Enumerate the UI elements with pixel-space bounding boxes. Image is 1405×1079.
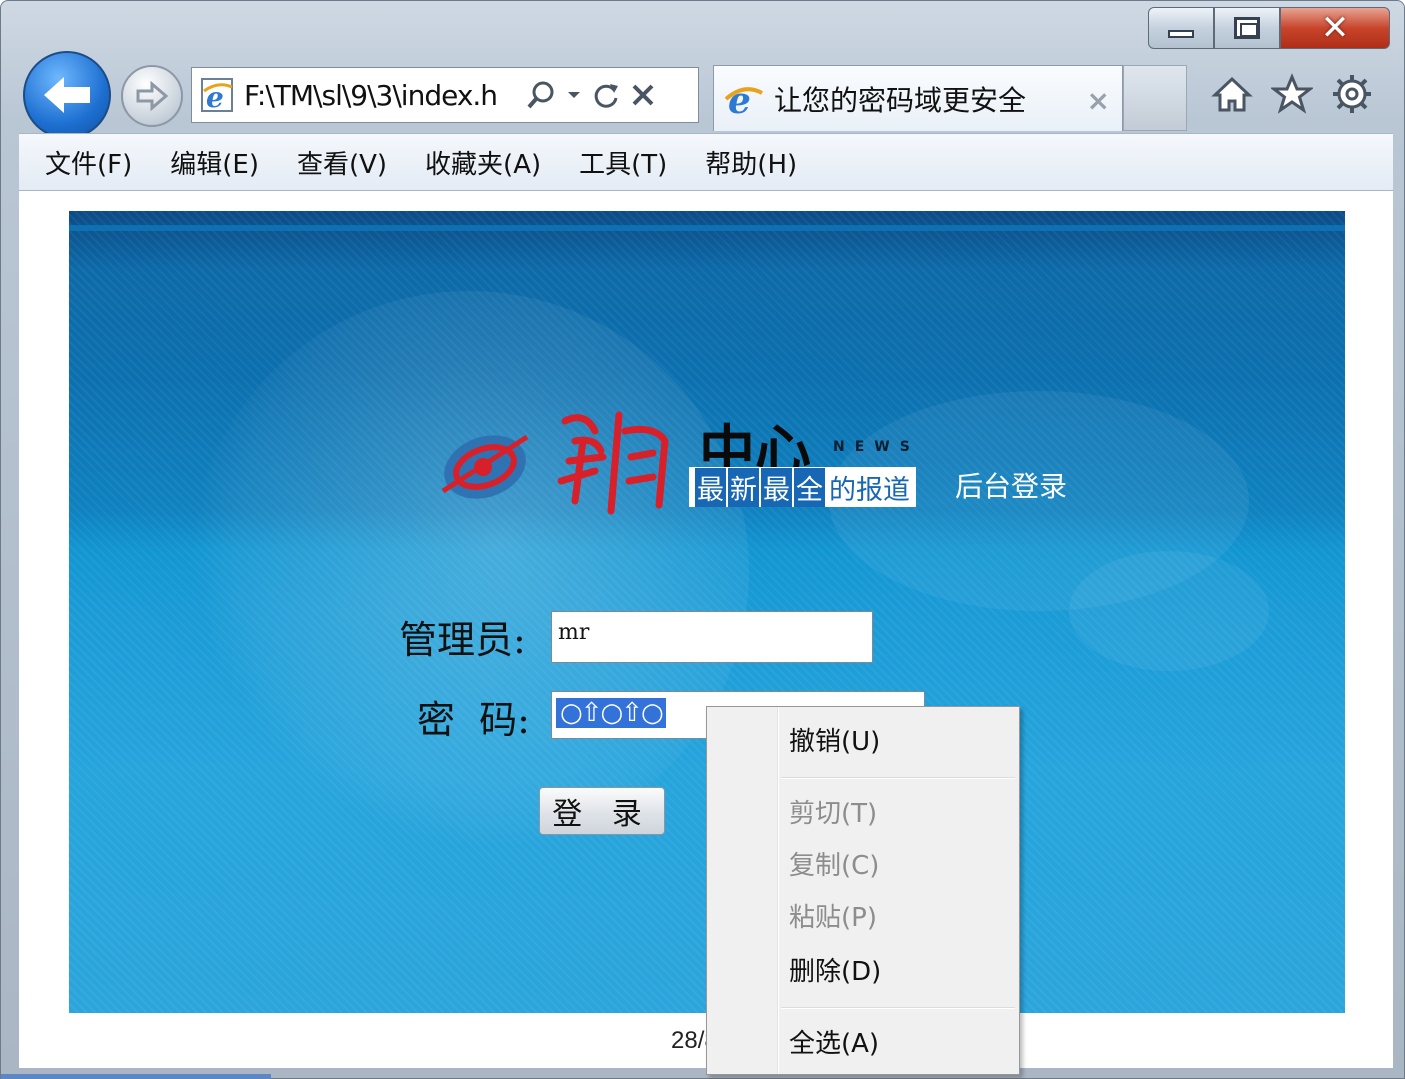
command-icons <box>1211 73 1373 115</box>
map-graphic <box>1069 551 1269 671</box>
tagline-char: 最 <box>695 467 726 507</box>
menu-bar: 文件(F) 编辑(E) 查看(V) 收藏夹(A) 工具(T) 帮助(H) <box>19 133 1393 191</box>
brand-subtitle: 后台登录 <box>955 470 1068 503</box>
menu-file[interactable]: 文件(F) <box>45 144 132 181</box>
maximize-button[interactable] <box>1214 7 1280 49</box>
brand-news: NEWS <box>833 439 920 455</box>
context-undo[interactable]: 撤销(U) <box>789 721 880 758</box>
password-selection: ○⇧○⇧○ <box>556 698 666 728</box>
address-url[interactable]: F:\TM\sl\9\3\index.h <box>244 79 520 112</box>
svg-text:e: e <box>728 80 751 119</box>
close-button[interactable]: ✕ <box>1280 7 1390 49</box>
browser-window: ✕ e F:\TM\sl\9\3\index.h e 让您的密码域更安全 × 文… <box>0 0 1405 1079</box>
taskbar-edge <box>1 1074 271 1079</box>
dropdown-icon[interactable] <box>566 80 582 110</box>
tab-active[interactable]: e 让您的密码域更安全 × <box>713 65 1123 131</box>
menu-tools[interactable]: 工具(T) <box>579 144 667 181</box>
tagline-rest: 的报道 <box>829 474 910 506</box>
context-copy[interactable]: 复制(C) <box>789 845 879 882</box>
context-separator <box>781 777 1015 779</box>
refresh-icon[interactable] <box>592 80 620 110</box>
search-icon[interactable] <box>526 80 556 110</box>
tab-title: 让您的密码域更安全 <box>774 83 1027 117</box>
context-select-all[interactable]: 全选(A) <box>789 1023 879 1060</box>
menu-favorites[interactable]: 收藏夹(A) <box>425 144 541 181</box>
menu-edit[interactable]: 编辑(E) <box>170 144 259 181</box>
maximize-icon <box>1234 17 1260 39</box>
banner-stripe <box>69 225 1345 231</box>
tagline-char: 最 <box>761 467 792 507</box>
password-label: 密 码: <box>417 698 530 742</box>
context-delete[interactable]: 删除(D) <box>789 951 881 988</box>
login-button[interactable]: 登 录 <box>539 787 665 835</box>
settings-icon[interactable] <box>1331 73 1373 115</box>
stop-icon[interactable] <box>630 80 656 110</box>
admin-label: 管理员: <box>399 618 526 662</box>
context-cut[interactable]: 剪切(T) <box>789 793 877 830</box>
context-menu-gutter <box>777 707 779 1074</box>
login-button-label: 登 录 <box>552 797 652 832</box>
tab-close-button[interactable]: × <box>1087 84 1110 117</box>
admin-input-value: mr <box>558 620 590 645</box>
brand-tagline: 最 新 最 全 的报道 <box>689 467 916 507</box>
window-controls: ✕ <box>1148 7 1390 49</box>
minimize-button[interactable] <box>1148 7 1214 49</box>
menu-help[interactable]: 帮助(H) <box>705 144 797 181</box>
context-paste[interactable]: 粘贴(P) <box>789 897 877 934</box>
context-separator <box>781 1007 1015 1009</box>
home-icon[interactable] <box>1211 73 1253 115</box>
minimize-icon <box>1168 30 1194 38</box>
brand-header: 中心 NEWS 最 新 最 全 的报道 后台登录 <box>435 401 1095 531</box>
address-bar[interactable]: e F:\TM\sl\9\3\index.h <box>191 67 699 123</box>
context-menu: 撤销(U) 剪切(T) 复制(C) 粘贴(P) 删除(D) 全选(A) <box>706 706 1020 1075</box>
forward-button[interactable] <box>121 65 183 127</box>
tagline-char: 新 <box>728 467 759 507</box>
forward-arrow-icon <box>136 81 169 111</box>
globe-graphic <box>189 291 749 851</box>
ie-tab-icon: e <box>724 80 763 119</box>
address-icons <box>526 80 656 110</box>
ie-page-icon: e <box>200 77 236 114</box>
favorites-icon[interactable] <box>1271 73 1313 115</box>
back-arrow-icon <box>44 77 90 113</box>
close-icon: ✕ <box>1320 8 1350 48</box>
new-tab-button[interactable] <box>1123 65 1187 131</box>
menu-view[interactable]: 查看(V) <box>297 144 387 181</box>
calligraphy-logo <box>557 411 669 515</box>
tagline-char: 全 <box>794 467 825 507</box>
back-button[interactable] <box>23 51 111 139</box>
logo-icon <box>441 434 529 499</box>
admin-input[interactable]: mr <box>551 611 873 663</box>
